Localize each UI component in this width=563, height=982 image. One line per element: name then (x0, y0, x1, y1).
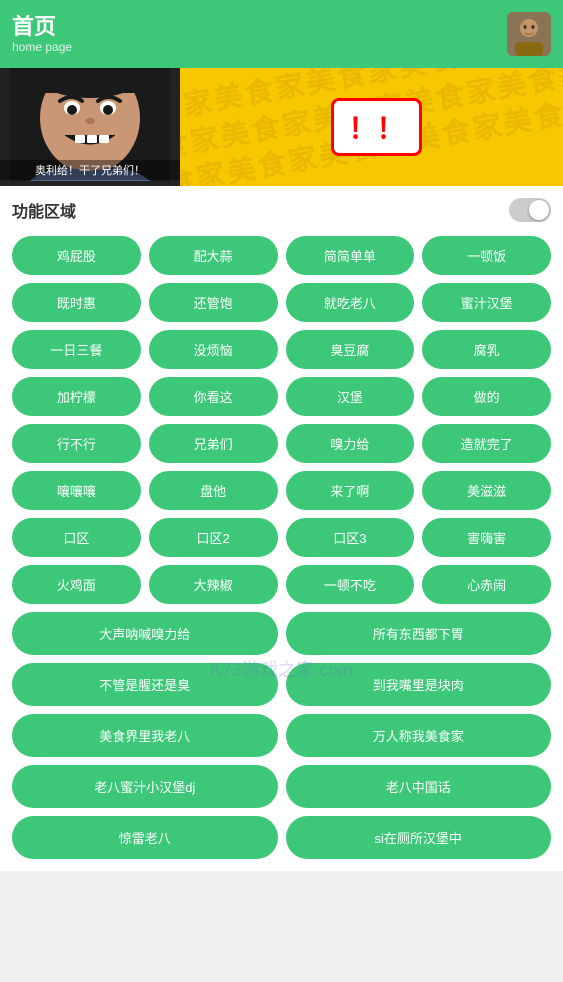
wide-btn-row-2: 美食界里我老八万人称我美食家 (12, 714, 551, 757)
toggle-knob (529, 200, 549, 220)
wide-btn-row-3: 老八蜜汁小汉堡dj老八中国话 (12, 765, 551, 808)
wide-btn-row-1: 不管是腥还是臭到我嘴里是块肉 (12, 663, 551, 706)
func-btn-17[interactable]: 兄弟们 (149, 424, 278, 463)
wide-btn-4[interactable]: 美食界里我老八 (12, 714, 278, 757)
func-btn-16[interactable]: 行不行 (12, 424, 141, 463)
func-btn-29[interactable]: 大辣椒 (149, 565, 278, 604)
func-btn-2[interactable]: 简简单单 (286, 236, 415, 275)
page-subtitle: home page (12, 40, 72, 54)
func-btn-0[interactable]: 鸡屁股 (12, 236, 141, 275)
func-area-header: 功能区域 (12, 198, 551, 222)
func-area-title: 功能区域 (12, 198, 76, 222)
wide-btn-0[interactable]: 大声呐喊嗅力给 (12, 612, 278, 655)
func-btn-4[interactable]: 既时惠 (12, 283, 141, 322)
button-grid: 鸡屁股配大蒜简简单单一顿饭既时惠还管饱就吃老八蜜汁汉堡一日三餐没烦恼臭豆腐腐乳加… (12, 236, 551, 604)
banner-right: 美食家美食家美食家美食家美食家美食家美食家美食家美食家美食家美食家美食家美食家美… (180, 68, 563, 186)
banner-image: 奥利给！干了兄弟们！ (0, 68, 180, 186)
func-btn-19[interactable]: 造就完了 (422, 424, 551, 463)
func-btn-15[interactable]: 做的 (422, 377, 551, 416)
func-btn-13[interactable]: 你看这 (149, 377, 278, 416)
feature-toggle[interactable] (509, 198, 551, 222)
func-btn-26[interactable]: 口区3 (286, 518, 415, 557)
func-btn-1[interactable]: 配大蒜 (149, 236, 278, 275)
func-btn-21[interactable]: 盘他 (149, 471, 278, 510)
header-left: 首页 home page (12, 14, 72, 54)
wide-btn-8[interactable]: 惊雷老八 (12, 816, 278, 859)
app-header: 首页 home page (0, 0, 563, 68)
func-btn-28[interactable]: 火鸡面 (12, 565, 141, 604)
func-btn-22[interactable]: 来了啊 (286, 471, 415, 510)
wide-button-rows: 大声呐喊嗅力给所有东西都下胃不管是腥还是臭到我嘴里是块肉美食界里我老八万人称我美… (12, 612, 551, 859)
func-btn-3[interactable]: 一顿饭 (422, 236, 551, 275)
func-btn-12[interactable]: 加柠檬 (12, 377, 141, 416)
wide-btn-5[interactable]: 万人称我美食家 (286, 714, 552, 757)
banner-caption: 奥利给！干了兄弟们！ (0, 160, 180, 180)
func-btn-20[interactable]: 嚷嚷嚷 (12, 471, 141, 510)
wide-btn-3[interactable]: 到我嘴里是块肉 (286, 663, 552, 706)
func-btn-8[interactable]: 一日三餐 (12, 330, 141, 369)
wide-btn-7[interactable]: 老八中国话 (286, 765, 552, 808)
func-btn-5[interactable]: 还管饱 (149, 283, 278, 322)
func-btn-11[interactable]: 腐乳 (422, 330, 551, 369)
func-btn-10[interactable]: 臭豆腐 (286, 330, 415, 369)
avatar[interactable] (507, 12, 551, 56)
wide-btn-1[interactable]: 所有东西都下胃 (286, 612, 552, 655)
func-btn-23[interactable]: 美滋滋 (422, 471, 551, 510)
func-btn-24[interactable]: 口区 (12, 518, 141, 557)
wide-btn-2[interactable]: 不管是腥还是臭 (12, 663, 278, 706)
banner: 奥利给！干了兄弟们！ 美食家美食家美食家美食家美食家美食家美食家美食家美食家美食… (0, 68, 563, 186)
func-btn-18[interactable]: 嗅力给 (286, 424, 415, 463)
func-btn-30[interactable]: 一顿不吃 (286, 565, 415, 604)
main-content: 功能区域 鸡屁股配大蒜简简单单一顿饭既时惠还管饱就吃老八蜜汁汉堡一日三餐没烦恼臭… (0, 186, 563, 871)
wide-btn-6[interactable]: 老八蜜汁小汉堡dj (12, 765, 278, 808)
func-btn-6[interactable]: 就吃老八 (286, 283, 415, 322)
func-btn-14[interactable]: 汉堡 (286, 377, 415, 416)
wide-btn-9[interactable]: si在厕所汉堡中 (286, 816, 552, 859)
wide-btn-row-0: 大声呐喊嗅力给所有东西都下胃 (12, 612, 551, 655)
func-btn-25[interactable]: 口区2 (149, 518, 278, 557)
func-btn-27[interactable]: 害嗨害 (422, 518, 551, 557)
func-btn-7[interactable]: 蜜汁汉堡 (422, 283, 551, 322)
func-btn-9[interactable]: 没烦恼 (149, 330, 278, 369)
func-btn-31[interactable]: 心赤闹 (422, 565, 551, 604)
wide-btn-row-4: 惊雷老八si在厕所汉堡中 (12, 816, 551, 859)
page-title: 首页 (12, 14, 72, 40)
banner-exclaim-badge: ！！ (331, 98, 421, 156)
